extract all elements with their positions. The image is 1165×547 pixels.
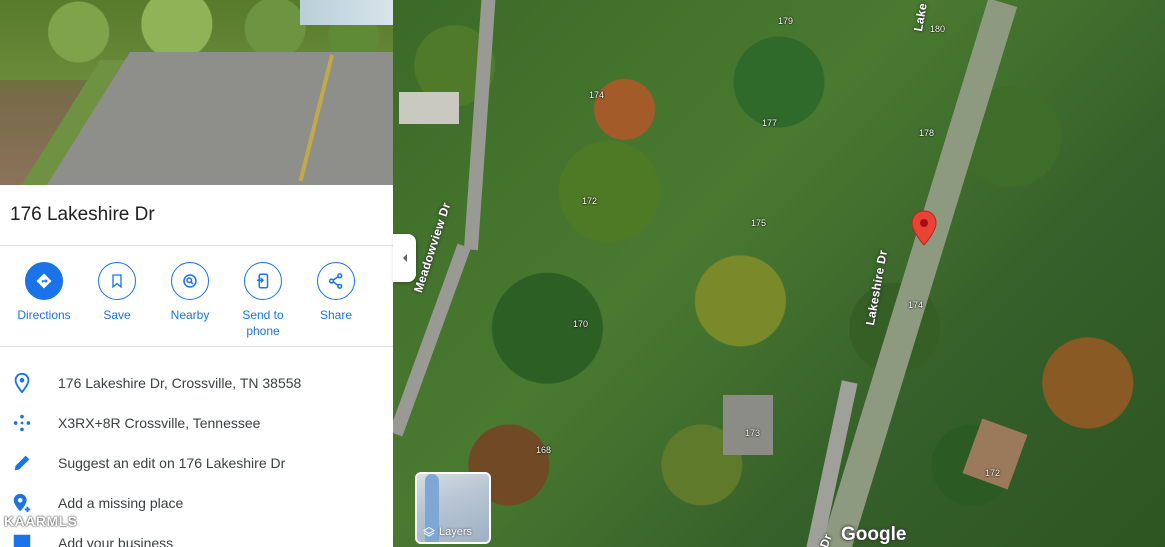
add-business-text: Add your business xyxy=(58,535,174,547)
road xyxy=(463,0,497,251)
street-label-lake: Lake xyxy=(911,1,930,33)
directions-button[interactable]: Directions xyxy=(7,262,81,323)
parcel-number: 178 xyxy=(919,128,935,138)
send-to-phone-label: Send to phone xyxy=(242,308,284,338)
parcel-number: 168 xyxy=(536,445,552,455)
parcel-number: 174 xyxy=(589,90,605,100)
divider xyxy=(0,346,393,347)
nearby-icon xyxy=(183,274,197,288)
parcel-number: 179 xyxy=(778,16,794,26)
add-place-row[interactable]: Add a missing place xyxy=(0,491,393,515)
street-label-lakeshire: Lakeshire Dr xyxy=(863,248,891,327)
mls-watermark: KAARMLS xyxy=(4,513,78,529)
location-pin-icon xyxy=(14,372,30,394)
chevron-left-icon xyxy=(402,254,407,262)
share-label: Share xyxy=(319,308,353,322)
place-panel: 176 Lakeshire Dr Directions Save Nearby xyxy=(0,0,393,547)
bookmark-icon xyxy=(112,274,122,289)
layers-icon xyxy=(423,526,435,537)
parcel-number: 180 xyxy=(930,24,946,34)
add-place-text: Add a missing place xyxy=(58,495,184,511)
layers-label: Layers xyxy=(439,526,473,538)
location-marker-icon[interactable] xyxy=(911,210,937,246)
address-text: 176 Lakeshire Dr, Crossville, TN 38558 xyxy=(58,375,302,391)
suggest-edit-text: Suggest an edit on 176 Lakeshire Dr xyxy=(58,455,286,471)
send-to-phone-icon xyxy=(257,273,269,289)
satellite-map[interactable]: 179 180 174 177 178 172 175 170 174 173 … xyxy=(393,0,1165,547)
parcel-number: 177 xyxy=(762,118,778,128)
parcel-number: 170 xyxy=(573,319,589,329)
directions-label: Directions xyxy=(17,308,71,322)
save-button[interactable]: Save xyxy=(80,262,154,323)
layers-button[interactable]: Layers xyxy=(415,472,491,544)
add-place-icon xyxy=(13,493,31,513)
parcel-number: 175 xyxy=(751,218,767,228)
parcel-number: 174 xyxy=(908,300,924,310)
building xyxy=(399,92,459,124)
address-row[interactable]: 176 Lakeshire Dr, Crossville, TN 38558 xyxy=(0,371,393,395)
plus-code-text: X3RX+8R Crossville, Tennessee xyxy=(58,415,261,431)
nearby-label: Nearby xyxy=(170,308,210,322)
building xyxy=(723,395,773,455)
nearby-button[interactable]: Nearby xyxy=(153,262,227,323)
share-icon xyxy=(328,273,343,289)
business-icon xyxy=(13,534,31,547)
google-logo: Google xyxy=(841,524,907,545)
share-button[interactable]: Share xyxy=(299,262,373,323)
collapse-panel-button[interactable] xyxy=(393,234,416,282)
divider xyxy=(0,245,393,246)
parcel-number: 172 xyxy=(582,196,598,206)
suggest-edit-row[interactable]: Suggest an edit on 176 Lakeshire Dr xyxy=(0,451,393,475)
directions-icon xyxy=(36,273,52,289)
add-business-row[interactable]: Add your business xyxy=(0,531,393,547)
place-title: 176 Lakeshire Dr xyxy=(10,204,155,225)
parcel-number: 173 xyxy=(745,428,761,438)
building xyxy=(962,418,1028,490)
pencil-icon xyxy=(14,455,30,471)
plus-code-icon xyxy=(13,414,31,432)
send-to-phone-button[interactable]: Send to phone xyxy=(226,262,300,339)
street-view-photo[interactable] xyxy=(0,0,393,185)
plus-code-row[interactable]: X3RX+8R Crossville, Tennessee xyxy=(0,411,393,435)
save-label: Save xyxy=(103,308,131,322)
parcel-number: 172 xyxy=(985,468,1001,478)
